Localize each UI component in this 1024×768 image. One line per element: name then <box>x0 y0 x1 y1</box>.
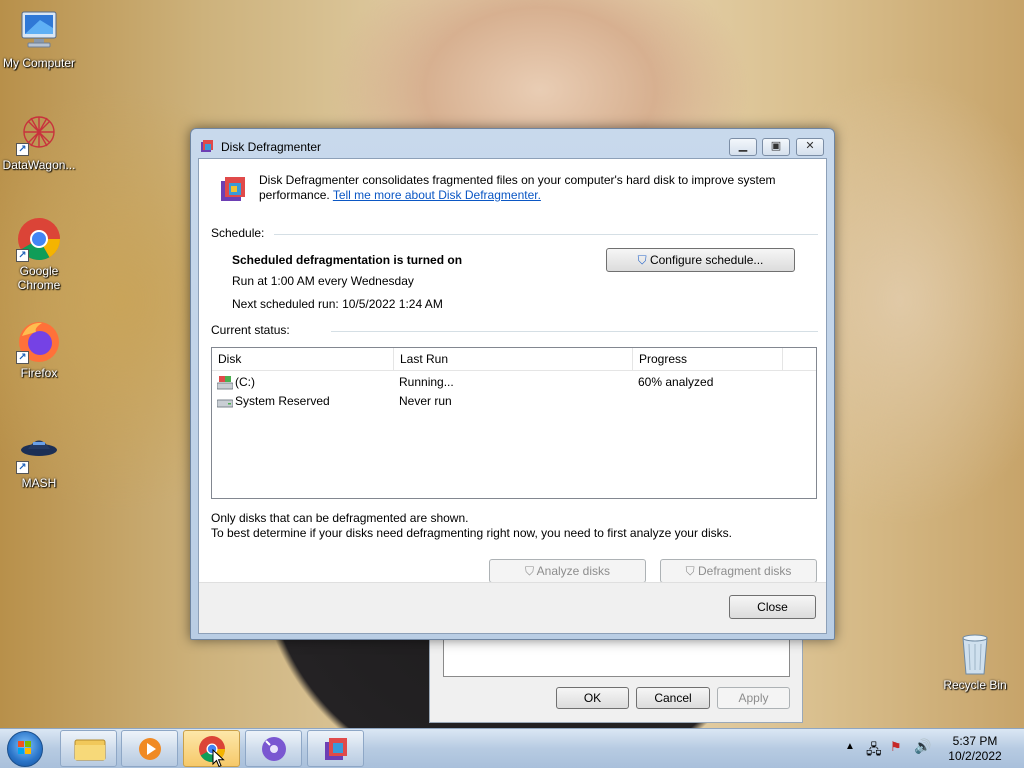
network-icon[interactable]: 🖧 <box>866 739 882 763</box>
schedule-run-text: Run at 1:00 AM every Wednesday <box>232 274 414 288</box>
configure-schedule-label: Configure schedule... <box>649 253 764 267</box>
maximize-button[interactable]: ▣ <box>762 138 790 156</box>
disk-progress: 60% analyzed <box>638 375 714 389</box>
firefox-icon: ↗ <box>16 318 62 364</box>
taskbar-disk-defragmenter[interactable] <box>307 730 364 767</box>
column-header-progress[interactable]: Progress <box>633 348 783 371</box>
schedule-label: Schedule: <box>211 226 265 240</box>
clock-date: 10/2/2022 <box>948 749 1002 763</box>
learn-more-link[interactable]: Tell me more about Disk Defragmenter. <box>333 188 541 202</box>
cancel-button[interactable]: Cancel <box>636 687 710 709</box>
uac-shield-icon: ⛉ <box>685 564 695 578</box>
disk-list-header: Disk Last Run Progress <box>212 348 816 371</box>
folder-icon <box>74 739 106 761</box>
disk-name: System Reserved <box>235 394 330 408</box>
configure-schedule-button[interactable]: ⛉ Configure schedule... <box>606 248 795 272</box>
recycle-bin-icon <box>952 630 998 676</box>
disk-last-run: Running... <box>399 375 454 389</box>
dialog-footer: Close <box>199 582 826 633</box>
minimize-button[interactable]: ▁ <box>729 138 757 156</box>
volume-icon[interactable]: 🔊 <box>914 738 931 755</box>
desktop-icon-label: DataWagon... <box>2 158 76 172</box>
defragmenter-icon <box>325 738 347 760</box>
uac-shield-icon: ⛉ <box>637 253 647 267</box>
mouse-cursor-icon <box>212 749 225 768</box>
desktop-icon-my-computer[interactable]: My Computer <box>0 8 81 70</box>
apply-button[interactable]: Apply <box>717 687 790 709</box>
desktop-icon-recycle-bin[interactable]: Recycle Bin <box>933 630 1017 692</box>
disc-icon <box>262 737 286 761</box>
column-header-disk[interactable]: Disk <box>212 348 394 371</box>
clock[interactable]: 5:37 PM 10/2/2022 <box>940 734 1010 764</box>
shortcut-arrow-icon: ↗ <box>16 143 29 156</box>
schedule-divider <box>274 234 818 235</box>
desktop-icon-firefox[interactable]: ↗ Firefox <box>0 318 81 380</box>
taskbar-explorer[interactable] <box>60 730 117 767</box>
computer-icon <box>16 8 62 54</box>
column-header-last-run[interactable]: Last Run <box>394 348 633 371</box>
desktop-icon-chrome[interactable]: ↗ Google Chrome <box>0 216 81 292</box>
desktop-icon-label: Recycle Bin <box>943 678 1007 692</box>
desktop-icon-label: Firefox <box>20 366 58 380</box>
desktop-icon-datawagon[interactable]: ↗ DataWagon... <box>0 110 81 172</box>
disk-last-run: Never run <box>399 394 452 408</box>
title-bar[interactable]: Disk Defragmenter ▁ ▣ ✕ <box>191 129 834 159</box>
window-title: Disk Defragmenter <box>221 140 322 154</box>
chrome-icon: ↗ <box>16 216 62 262</box>
background-dialog-panel <box>443 637 790 677</box>
desktop-icon-label: Google Chrome <box>17 264 61 292</box>
shortcut-arrow-icon: ↗ <box>16 351 29 364</box>
show-hidden-icons-icon[interactable]: ▲ <box>845 741 855 752</box>
taskbar: ▲ 🖧 ⚑ 🔊 5:37 PM 10/2/2022 <box>0 728 1024 768</box>
window-client-area: Disk Defragmenter consolidates fragmente… <box>198 158 827 634</box>
media-player-icon <box>139 738 161 760</box>
shortcut-arrow-icon: ↗ <box>16 461 29 474</box>
disk-name: (C:) <box>235 375 255 389</box>
schedule-status: Scheduled defragmentation is turned on <box>232 253 463 267</box>
defragment-disks-label: Defragment disks <box>697 564 792 578</box>
ok-button[interactable]: OK <box>556 687 629 709</box>
note-analyze-first: To best determine if your disks need def… <box>211 526 732 540</box>
analyze-disks-label: Analyze disks <box>536 564 611 578</box>
desktop-icon-label: My Computer <box>2 56 76 70</box>
defragmenter-large-icon <box>219 175 247 203</box>
minimize-icon: ▁ <box>738 140 748 152</box>
disk-defragmenter-window: Disk Defragmenter ▁ ▣ ✕ Disk Defragmente… <box>190 128 835 640</box>
shortcut-arrow-icon: ↗ <box>16 249 29 262</box>
uac-shield-icon: ⛉ <box>524 564 534 578</box>
disk-row-system-reserved[interactable]: System Reserved Never run <box>212 392 816 411</box>
close-icon: ✕ <box>805 140 815 152</box>
defragmenter-app-icon <box>200 139 214 153</box>
clock-time: 5:37 PM <box>952 734 998 748</box>
schedule-next-run: Next scheduled run: 10/5/2022 1:24 AM <box>232 297 443 311</box>
drive-icon <box>216 395 234 415</box>
desktop-icon-label: MASH <box>21 476 57 490</box>
start-button[interactable] <box>7 731 43 767</box>
mash-icon: ↗ <box>16 428 62 474</box>
disk-list[interactable]: Disk Last Run Progress (C:) Running... 6… <box>211 347 817 499</box>
close-window-button[interactable]: ✕ <box>796 138 824 156</box>
defragment-disks-button[interactable]: ⛉ Defragment disks <box>660 559 817 583</box>
analyze-disks-button[interactable]: ⛉ Analyze disks <box>489 559 646 583</box>
maximize-icon: ▣ <box>770 140 782 152</box>
close-button[interactable]: Close <box>729 595 816 619</box>
disk-row-c[interactable]: (C:) Running... 60% analyzed <box>212 373 816 392</box>
taskbar-disc-app[interactable] <box>245 730 302 767</box>
current-status-label: Current status: <box>211 323 290 337</box>
taskbar-media-player[interactable] <box>121 730 178 767</box>
current-status-divider <box>331 331 818 332</box>
datawagon-icon: ↗ <box>16 110 62 156</box>
windows-logo-icon <box>18 741 31 754</box>
desktop-icon-mash[interactable]: ↗ MASH <box>0 428 81 490</box>
action-center-flag-icon[interactable]: ⚑ <box>890 739 902 755</box>
note-defragmentable-disks: Only disks that can be defragmented are … <box>211 511 469 525</box>
intro-description: Disk Defragmenter consolidates fragmente… <box>259 173 799 203</box>
